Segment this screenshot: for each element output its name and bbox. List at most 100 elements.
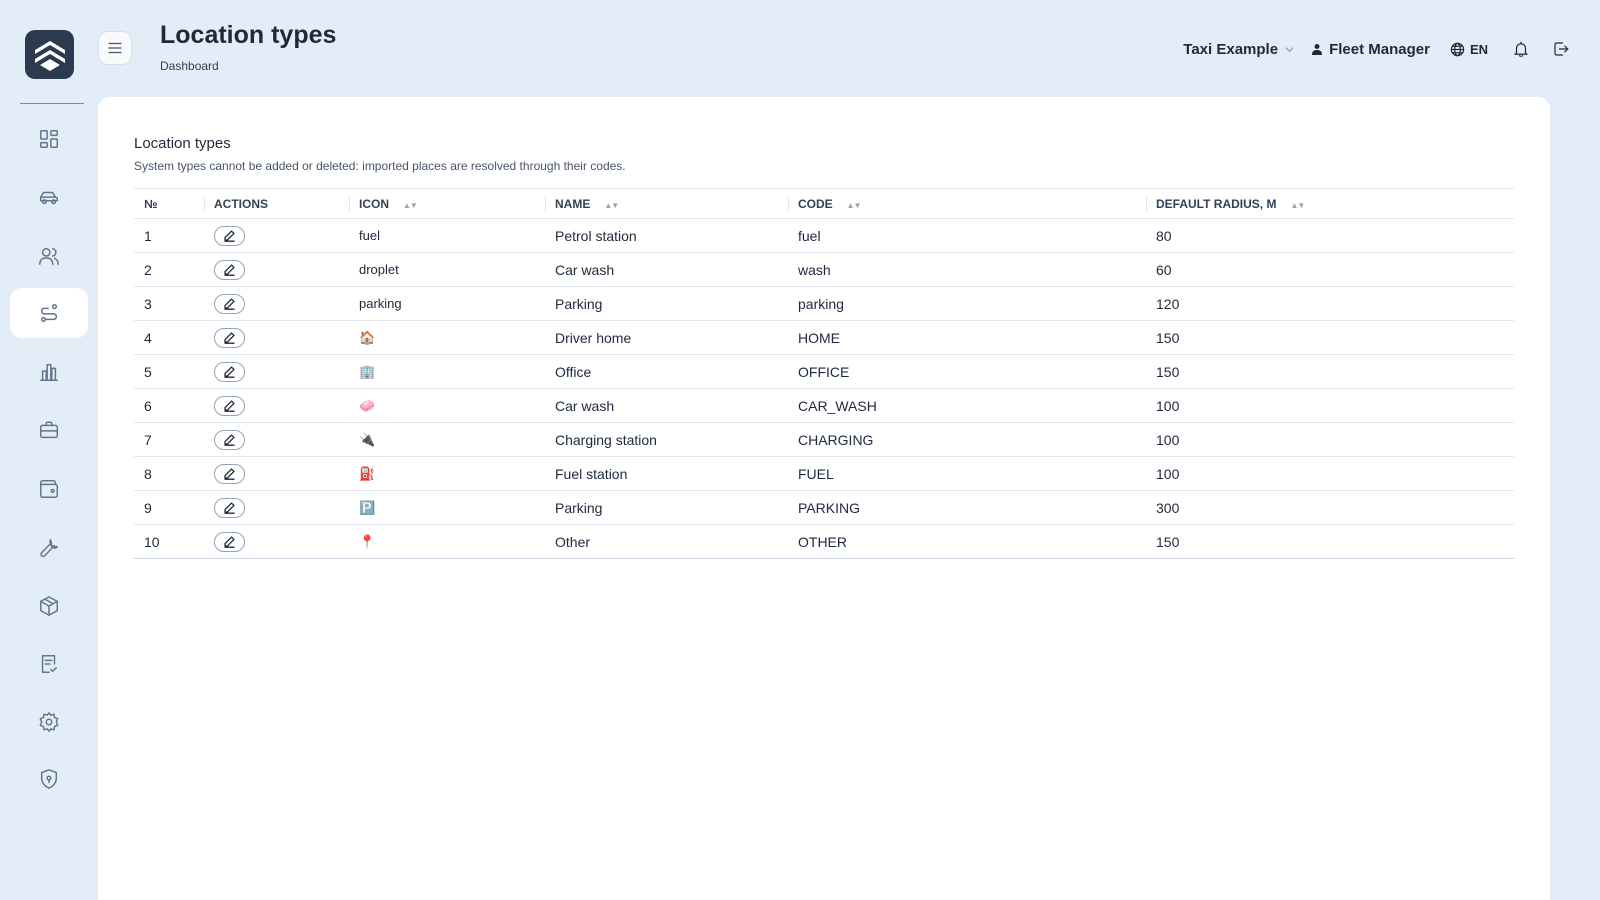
column-header-name[interactable]: NAME ▲▼ <box>545 189 788 219</box>
row-name: Parking <box>545 286 788 321</box>
content-card: Location types System types cannot be ad… <box>98 97 1550 900</box>
edit-button[interactable] <box>214 531 245 552</box>
row-name: Parking <box>545 490 788 525</box>
row-name: Other <box>545 524 788 559</box>
row-number: 2 <box>134 252 204 287</box>
logout-button[interactable] <box>1552 40 1570 58</box>
column-header-number: № <box>144 196 158 211</box>
row-icon: ⛽ <box>349 456 545 491</box>
row-radius: 120 <box>1146 286 1514 321</box>
sort-icon[interactable]: ▲▼ <box>403 201 418 210</box>
sidebar-item-reports[interactable] <box>10 347 88 397</box>
language-switcher[interactable]: EN <box>1450 42 1488 57</box>
table-row: 5 🏢 Office OFFICE 150 <box>134 354 1514 389</box>
route-icon <box>40 304 58 322</box>
sidebar-item-tasks[interactable] <box>10 639 88 689</box>
globe-icon <box>1450 42 1465 56</box>
row-name: Car wash <box>545 252 788 287</box>
menu-toggle-button[interactable] <box>98 31 132 65</box>
row-icon: droplet <box>349 252 545 287</box>
row-number: 4 <box>134 320 204 355</box>
sidebar-item-finance[interactable] <box>10 464 88 514</box>
row-number: 5 <box>134 354 204 389</box>
bell-icon <box>1514 41 1528 57</box>
hamburger-icon <box>108 42 122 54</box>
sort-icon[interactable]: ▲▼ <box>604 201 619 210</box>
edit-button[interactable] <box>214 497 245 518</box>
checklist-icon <box>41 655 58 673</box>
row-name: Office <box>545 354 788 389</box>
edit-button[interactable] <box>214 293 245 314</box>
car-icon <box>40 191 58 205</box>
company-name: Taxi Example <box>1183 40 1279 58</box>
table-row: 6 🧼 Car wash CAR_WASH 100 <box>134 388 1514 423</box>
company-select[interactable]: Taxi Example <box>1183 41 1295 58</box>
language-label: EN <box>1469 41 1488 57</box>
edit-button[interactable] <box>214 225 245 246</box>
edit-button[interactable] <box>214 429 245 450</box>
row-radius: 60 <box>1146 252 1514 287</box>
breadcrumb[interactable]: Dashboard <box>160 59 219 73</box>
row-name: Charging station <box>545 422 788 457</box>
row-radius: 150 <box>1146 354 1514 389</box>
header-actions: Taxi Example Fleet Manager EN <box>1183 38 1570 60</box>
sidebar-item-settings[interactable] <box>10 697 88 747</box>
edit-button[interactable] <box>214 463 245 484</box>
row-code: OTHER <box>788 524 1146 559</box>
user-menu[interactable]: Fleet Manager <box>1311 41 1430 58</box>
row-number: 6 <box>134 388 204 423</box>
row-actions <box>204 354 349 389</box>
chart-icon <box>40 363 58 381</box>
row-icon: parking <box>349 286 545 321</box>
row-code: CHARGING <box>788 422 1146 457</box>
pencil-icon <box>224 434 235 446</box>
sort-icon[interactable]: ▲▼ <box>1290 201 1305 210</box>
table-row: 1 fuel Petrol station fuel 80 <box>134 218 1514 253</box>
section-title: Location types <box>134 135 231 152</box>
notifications-button[interactable] <box>1512 40 1530 58</box>
column-header-icon[interactable]: ICON ▲▼ <box>349 189 545 219</box>
table-row: 3 parking Parking parking 120 <box>134 286 1514 321</box>
row-radius: 80 <box>1146 218 1514 253</box>
chevron-down-icon <box>1285 46 1294 52</box>
edit-button[interactable] <box>214 259 245 280</box>
sidebar-item-inventory[interactable] <box>10 581 88 631</box>
row-icon: 🏢 <box>349 354 545 389</box>
logout-icon <box>1554 42 1569 56</box>
sidebar-item-business[interactable] <box>10 405 88 455</box>
row-name: Petrol station <box>545 218 788 253</box>
sidebar-divider <box>20 103 84 104</box>
pencil-icon <box>224 502 235 514</box>
table-header-row: № ACTIONS ICON ▲▼ NAME ▲▼ CODE ▲▼ DEFAULT R… <box>134 188 1514 219</box>
column-header-radius[interactable]: DEFAULT RADIUS, M ▲▼ <box>1146 189 1514 219</box>
row-code: wash <box>788 252 1146 287</box>
table-row: 7 🔌 Charging station CHARGING 100 <box>134 422 1514 457</box>
row-code: parking <box>788 286 1146 321</box>
edit-button[interactable] <box>214 395 245 416</box>
edit-button[interactable] <box>214 361 245 382</box>
table-row: 9 🅿️ Parking PARKING 300 <box>134 490 1514 525</box>
shield-icon <box>40 769 58 789</box>
row-actions <box>204 388 349 423</box>
sidebar-item-vehicles[interactable] <box>10 173 88 223</box>
sidebar-item-locations[interactable] <box>10 288 88 338</box>
sidebar-item-security[interactable] <box>10 754 88 804</box>
sidebar-item-drivers[interactable] <box>10 231 88 281</box>
sidebar-item-maintenance[interactable] <box>10 523 88 573</box>
row-actions <box>204 456 349 491</box>
row-radius: 300 <box>1146 490 1514 525</box>
table-row: 2 droplet Car wash wash 60 <box>134 252 1514 287</box>
row-icon: 🏠 <box>349 320 545 355</box>
row-code: PARKING <box>788 490 1146 525</box>
app-logo[interactable] <box>25 30 74 79</box>
sort-icon[interactable]: ▲▼ <box>847 201 862 210</box>
package-icon <box>40 596 58 616</box>
table-row: 4 🏠 Driver home HOME 150 <box>134 320 1514 355</box>
edit-button[interactable] <box>214 327 245 348</box>
column-header-code[interactable]: CODE ▲▼ <box>788 189 1146 219</box>
row-name: Driver home <box>545 320 788 355</box>
row-icon: fuel <box>349 218 545 253</box>
dashboard-icon <box>40 130 58 148</box>
sidebar-item-dashboard[interactable] <box>10 114 88 164</box>
row-number: 3 <box>134 286 204 321</box>
